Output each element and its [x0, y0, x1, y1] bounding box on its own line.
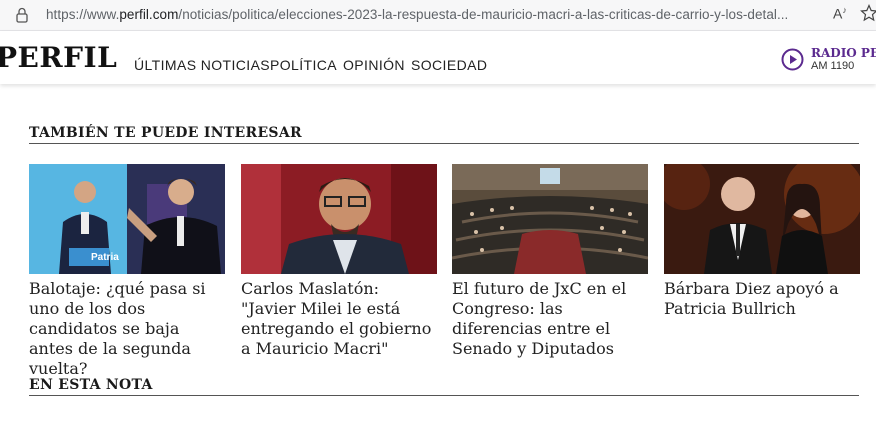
article-title-barbara-diez[interactable]: Bárbara Diez apoyó a Patricia Bullrich	[664, 279, 860, 319]
article-title-jxc[interactable]: El futuro de JxC en el Congreso: las dif…	[452, 279, 648, 359]
nav-ultimas-noticias[interactable]: ÚLTIMAS NOTICIAS	[134, 57, 270, 73]
nav-opinion[interactable]: OPINIÓN	[343, 57, 405, 73]
play-radio-icon[interactable]	[781, 48, 804, 71]
article-thumbnail[interactable]	[452, 164, 648, 274]
favorite-star-icon[interactable]	[860, 4, 876, 22]
radio-frequency: AM 1190	[811, 60, 855, 72]
article-title-balotaje[interactable]: Balotaje: ¿qué pasa si uno de los dos ca…	[29, 279, 225, 379]
url-field[interactable]: https://www.perfil.com/noticias/politica…	[46, 7, 788, 22]
note-section-title: EN ESTA NOTA	[29, 377, 153, 393]
reader-sup: ♪	[842, 5, 847, 15]
page-info-icon[interactable]	[15, 7, 29, 23]
article-thumbnail[interactable]	[241, 164, 437, 274]
section-divider	[29, 143, 859, 144]
related-article-card[interactable]: Bárbara Diez apoyó a Patricia Bullrich	[664, 164, 860, 319]
url-domain: perfil.com	[119, 7, 179, 22]
url-prefix: https://www.	[46, 7, 120, 22]
site-logo[interactable]: PERFIL	[0, 41, 117, 74]
url-path: /noticias/politica/elecciones-2023-la-re…	[178, 7, 789, 22]
article-title-maslaton[interactable]: Carlos Maslatón: "Javier Milei le está e…	[241, 279, 437, 359]
article-thumbnail[interactable]: Patria	[29, 164, 225, 274]
related-article-card[interactable]: Patria Balotaje: ¿qué pasa si uno de los…	[29, 164, 225, 379]
radio-name[interactable]: RADIO PERFIL	[811, 46, 876, 60]
thumb-patria-label: Patria	[91, 252, 119, 263]
nav-sociedad[interactable]: SOCIEDAD	[411, 57, 487, 73]
article-thumbnail[interactable]	[664, 164, 860, 274]
related-article-card[interactable]: El futuro de JxC en el Congreso: las dif…	[452, 164, 648, 359]
reader-letter: A	[833, 5, 843, 22]
related-article-card[interactable]: Carlos Maslatón: "Javier Milei le está e…	[241, 164, 437, 359]
browser-address-bar: https://www.perfil.com/noticias/politica…	[0, 0, 876, 31]
related-section-title: TAMBIÉN TE PUEDE INTERESAR	[29, 125, 302, 141]
nav-politica[interactable]: POLÍTICA	[270, 57, 337, 73]
reader-mode-icon[interactable]: A♪	[833, 5, 847, 22]
section-divider	[29, 395, 859, 396]
